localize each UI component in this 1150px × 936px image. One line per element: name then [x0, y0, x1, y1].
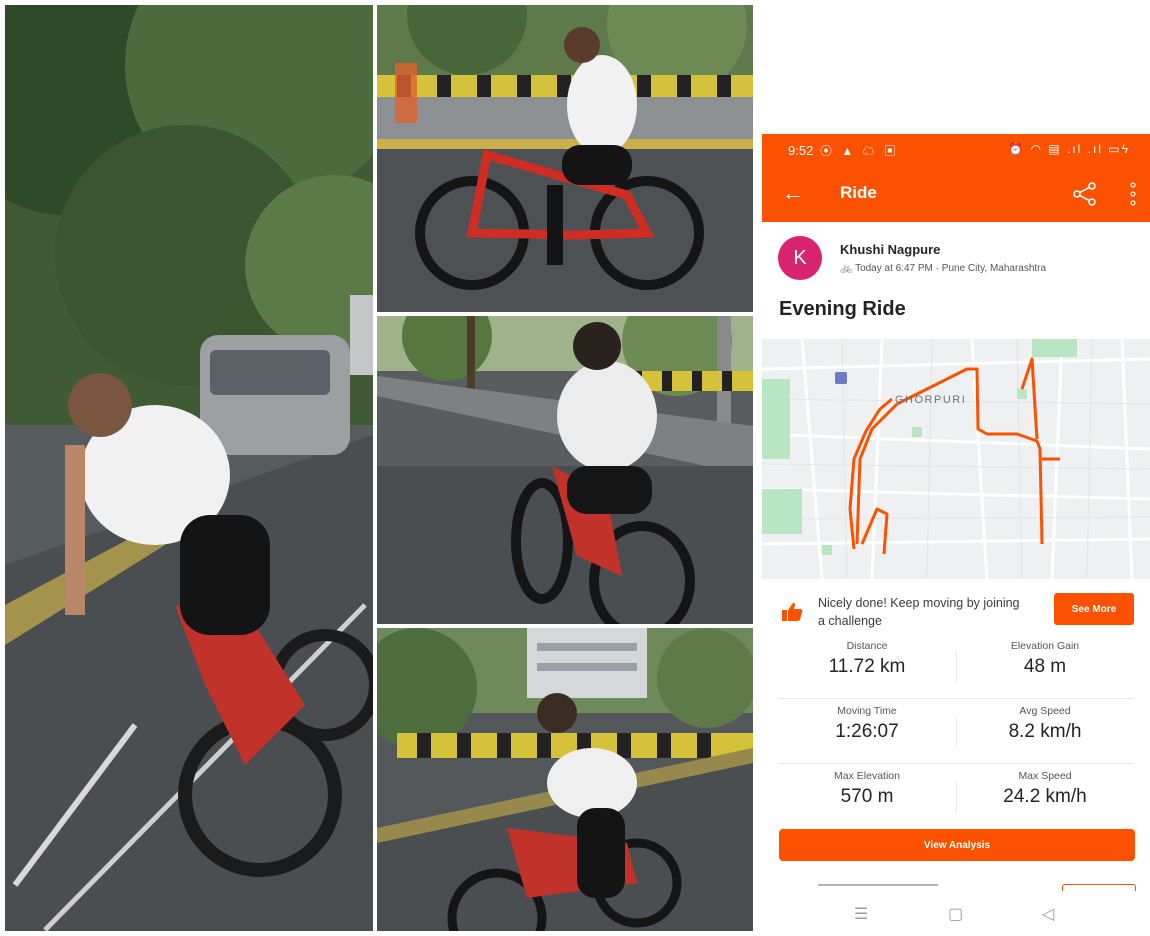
photo-girl-cycling-front	[5, 5, 373, 931]
stat-elevation-gain: Elevation Gain 48 m	[956, 634, 1134, 678]
android-nav-bar: ☰ ▢ ◁	[762, 892, 1150, 936]
app-bar: ← Ride	[762, 166, 1150, 222]
photo-girl-cycling-back	[377, 316, 753, 624]
stat-row: Distance 11.72 km Elevation Gain 48 m	[778, 634, 1134, 699]
notification-icons: ⦿ ▲ ☁ ▣	[820, 144, 899, 158]
photo-girl-cycling-motion	[377, 628, 753, 931]
route-map[interactable]: GHORPURI	[762, 339, 1150, 579]
activity-stats: Distance 11.72 km Elevation Gain 48 m Mo…	[778, 634, 1134, 828]
athlete-header[interactable]: K Khushi Nagpure 🚲 Today at 6:47 PM · Pu…	[778, 236, 1138, 286]
back-arrow-icon[interactable]: ←	[782, 180, 804, 206]
peek-text	[818, 884, 938, 886]
stat-label: Moving Time	[837, 705, 897, 717]
stat-row: Max Elevation 570 m Max Speed 24.2 km/h	[778, 764, 1134, 828]
see-more-button[interactable]: See More	[1054, 593, 1134, 625]
page-title: Ride	[840, 183, 877, 202]
strava-activity-screen: 9:52 ⦿ ▲ ☁ ▣ ⏰ ◠ ▤ .ıl .ıl ▭ϟ ← Ride K K…	[762, 134, 1150, 936]
stat-value: 48 m	[1023, 656, 1067, 677]
next-section-peek	[762, 884, 1150, 892]
athlete-name[interactable]: Khushi Nagpure	[840, 242, 940, 257]
stat-avg-speed: Avg Speed 8.2 km/h	[956, 699, 1134, 743]
back-icon[interactable]: ◁	[1042, 904, 1054, 924]
stat-label: Distance	[846, 640, 888, 652]
challenge-prompt: Nicely done! Keep moving by joining a ch…	[762, 589, 1150, 635]
view-analysis-button[interactable]: View Analysis	[779, 829, 1135, 861]
stat-label: Avg Speed	[1019, 705, 1071, 717]
stat-value: 11.72 km	[828, 656, 906, 677]
more-vertical-icon[interactable]	[1130, 182, 1136, 206]
status-time: 9:52	[788, 143, 814, 158]
avatar[interactable]: K	[778, 236, 822, 280]
system-status-icons: ⏰ ◠ ▤ .ıl .ıl ▭ϟ	[1008, 142, 1130, 156]
peek-button	[1062, 884, 1136, 891]
stat-value: 570 m	[840, 786, 894, 807]
activity-datetime-location: Today at 6:47 PM · Pune City, Maharashtr…	[855, 263, 1047, 274]
status-bar: 9:52 ⦿ ▲ ☁ ▣ ⏰ ◠ ▤ .ıl .ıl ▭ϟ	[762, 134, 1150, 166]
stat-max-elevation: Max Elevation 570 m	[778, 764, 956, 808]
stat-label: Elevation Gain	[1010, 640, 1080, 652]
menu-icon[interactable]: ☰	[854, 904, 868, 924]
thumbs-up-icon	[782, 602, 803, 621]
photo-girl-cycling-side	[377, 5, 753, 312]
stat-max-speed: Max Speed 24.2 km/h	[956, 764, 1134, 808]
share-icon[interactable]	[1072, 182, 1098, 206]
stat-moving-time: Moving Time 1:26:07	[778, 699, 956, 743]
stat-row: Moving Time 1:26:07 Avg Speed 8.2 km/h	[778, 699, 1134, 764]
stat-distance: Distance 11.72 km	[778, 634, 956, 678]
activity-title: Evening Ride	[779, 298, 906, 320]
challenge-text: Nicely done! Keep moving by joining a ch…	[818, 596, 1020, 628]
activity-meta: 🚲 Today at 6:47 PM · Pune City, Maharash…	[840, 263, 1046, 274]
map-place-label: GHORPURI	[895, 394, 966, 406]
bike-icon: 🚲	[840, 263, 853, 274]
stat-label: Max Elevation	[834, 770, 900, 782]
stat-value: 24.2 km/h	[1003, 786, 1087, 807]
stat-label: Max Speed	[1018, 770, 1072, 782]
stat-value: 1:26:07	[835, 721, 899, 742]
stat-value: 8.2 km/h	[1008, 721, 1082, 742]
home-icon[interactable]: ▢	[948, 904, 963, 924]
